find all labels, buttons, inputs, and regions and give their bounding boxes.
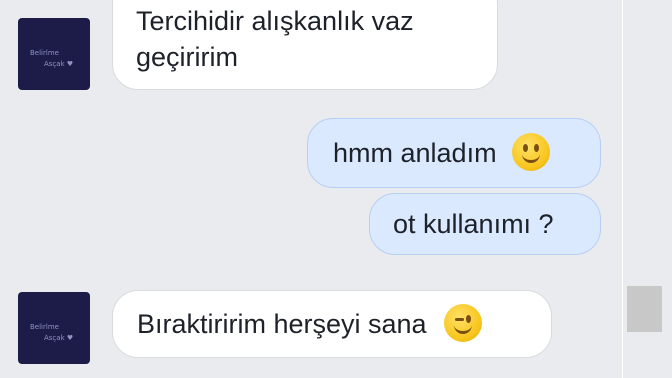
contact-avatar[interactable]: Belirlme Asçak ♥ [18,18,90,90]
incoming-message-bubble[interactable]: Bıraktiririm herşeyi sana [112,290,552,358]
contact-avatar[interactable]: Belirlme Asçak ♥ [18,292,90,364]
chat-message-list: Belirlme Asçak ♥ Tercihidir alışkanlık v… [0,0,622,378]
avatar-caption: Belirlme [30,49,59,57]
message-text: hmm anladım [333,138,497,168]
avatar-caption: Belirlme [30,323,59,331]
scrollbar-thumb[interactable] [627,286,662,332]
scrollbar-track[interactable] [622,0,672,378]
message-text: Tercihidir alışkanlık vaz [136,6,414,36]
message-text: Bıraktiririm herşeyi sana [137,309,427,339]
scrollbar-divider [622,0,623,378]
message-text: geçiririm [136,42,239,72]
message-text: ot kullanımı ? [393,209,554,239]
incoming-message-bubble[interactable]: Tercihidir alışkanlık vaz geçiririm [112,0,498,90]
outgoing-message-bubble[interactable]: ot kullanımı ? [369,193,601,255]
smile-emoji-icon [512,132,551,171]
wink-emoji-icon [444,303,483,342]
avatar-caption: Asçak ♥ [44,60,74,68]
outgoing-message-bubble[interactable]: hmm anladım [307,118,601,188]
avatar-caption: Asçak ♥ [44,334,74,342]
